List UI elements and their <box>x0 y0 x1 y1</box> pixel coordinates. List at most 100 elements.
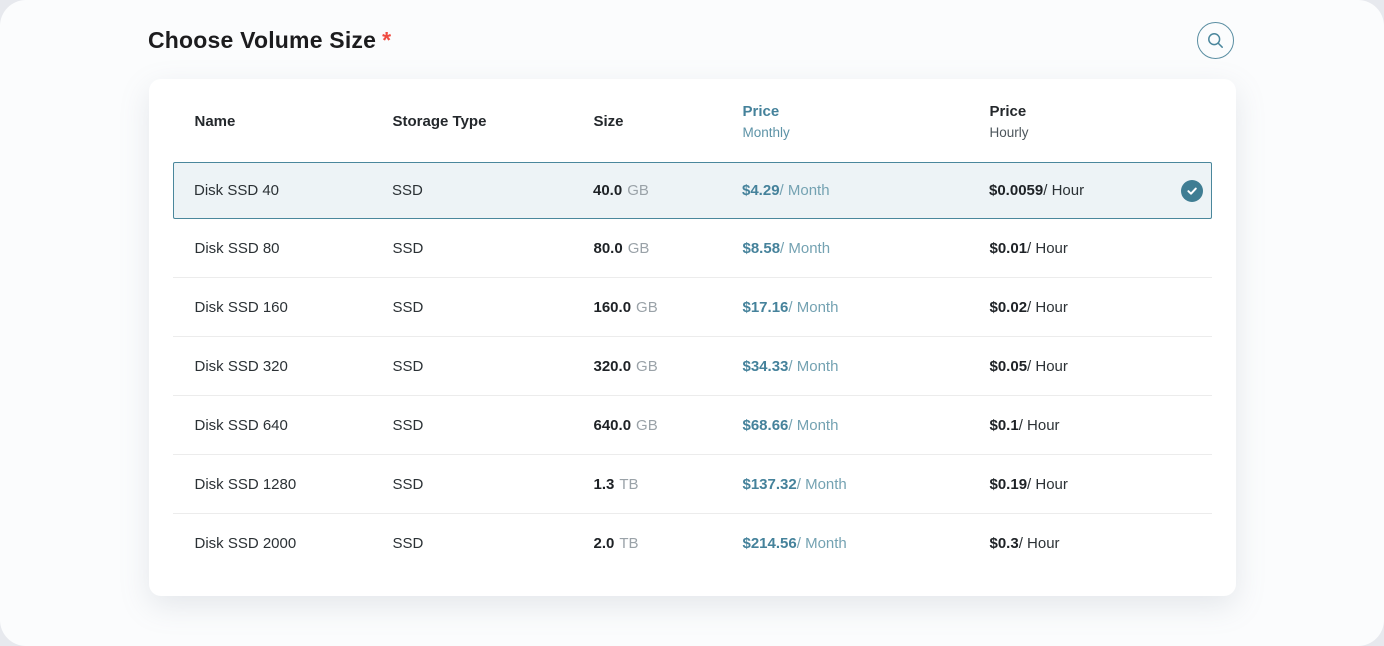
volume-name: Disk SSD 2000 <box>195 535 393 552</box>
table-row[interactable]: Disk SSD 160 SSD 160.0GB $17.16/ Month $… <box>173 278 1212 337</box>
price-hourly: $0.01/ Hour <box>990 240 1162 257</box>
volume-size: 160.0GB <box>594 299 743 316</box>
monthly-price-suffix: / Month <box>780 182 830 199</box>
hourly-price-value: $0.1 <box>990 417 1019 434</box>
table-header: Name Storage Type Size Price Monthly Pri… <box>173 99 1212 145</box>
column-header-price-hourly: Price Hourly <box>990 101 1170 142</box>
storage-type: SSD <box>393 535 594 552</box>
monthly-price-suffix: / Month <box>788 358 838 375</box>
selected-check-icon <box>1181 180 1203 202</box>
price-hourly: $0.1/ Hour <box>990 417 1162 434</box>
hourly-price-suffix: / Hour <box>1027 358 1068 375</box>
volume-name: Disk SSD 40 <box>194 182 392 199</box>
size-unit: GB <box>636 358 658 375</box>
price-monthly: $34.33/ Month <box>743 358 990 375</box>
volume-size-panel: Choose Volume Size* Name Storage Type Si… <box>0 0 1384 646</box>
monthly-price-value: $137.32 <box>743 476 797 493</box>
selection-indicator-cell <box>1161 180 1203 202</box>
monthly-price-suffix: / Month <box>780 240 830 257</box>
hourly-price-suffix: / Hour <box>1027 299 1068 316</box>
table-row[interactable]: Disk SSD 1280 SSD 1.3TB $137.32/ Month $… <box>173 455 1212 514</box>
price-monthly: $8.58/ Month <box>743 240 990 257</box>
price-hourly: $0.0059/ Hour <box>989 182 1161 199</box>
monthly-price-value: $4.29 <box>742 182 780 199</box>
volume-name: Disk SSD 1280 <box>195 476 393 493</box>
volume-name: Disk SSD 640 <box>195 417 393 434</box>
hourly-price-suffix: / Hour <box>1043 182 1084 199</box>
size-value: 640.0 <box>594 417 632 434</box>
price-hourly: $0.19/ Hour <box>990 476 1162 493</box>
monthly-price-value: $17.16 <box>743 299 789 316</box>
price-monthly: $17.16/ Month <box>743 299 990 316</box>
column-header-size: Size <box>594 111 743 133</box>
required-asterisk: * <box>382 27 391 53</box>
price-hourly-sublabel: Hourly <box>990 123 1170 143</box>
selection-indicator-cell <box>1162 237 1204 259</box>
volume-name: Disk SSD 160 <box>195 299 393 316</box>
search-icon <box>1207 32 1224 49</box>
volume-name: Disk SSD 80 <box>195 240 393 257</box>
table-row[interactable]: Disk SSD 640 SSD 640.0GB $68.66/ Month $… <box>173 396 1212 455</box>
selection-indicator-cell <box>1162 414 1204 436</box>
volume-size: 80.0 GB <box>594 240 743 257</box>
table-row[interactable]: Disk SSD 2000 SSD 2.0TB $214.56/ Month $… <box>173 514 1212 573</box>
storage-type: SSD <box>393 299 594 316</box>
monthly-price-suffix: / Month <box>797 535 847 552</box>
storage-type: SSD <box>392 182 593 199</box>
volume-size: 640.0GB <box>594 417 743 434</box>
size-value: 2.0 <box>594 535 615 552</box>
size-value: 160.0 <box>594 299 632 316</box>
size-unit: GB <box>636 299 658 316</box>
size-unit: GB <box>627 182 649 199</box>
hourly-price-suffix: / Hour <box>1019 535 1060 552</box>
selection-indicator-cell <box>1162 355 1204 377</box>
column-header-price-monthly: Price Monthly <box>743 101 990 142</box>
selection-indicator-cell <box>1162 533 1204 555</box>
table-row[interactable]: Disk SSD 320 SSD 320.0GB $34.33/ Month $… <box>173 337 1212 396</box>
size-value: 80.0 <box>594 240 623 257</box>
volume-name: Disk SSD 320 <box>195 358 393 375</box>
volume-size: 2.0TB <box>594 535 743 552</box>
volume-size: 1.3TB <box>594 476 743 493</box>
hourly-price-suffix: / Hour <box>1027 240 1068 257</box>
price-monthly: $137.32/ Month <box>743 476 990 493</box>
storage-type: SSD <box>393 417 594 434</box>
monthly-price-value: $34.33 <box>743 358 789 375</box>
price-monthly: $214.56/ Month <box>743 535 990 552</box>
hourly-price-suffix: / Hour <box>1019 417 1060 434</box>
size-unit: GB <box>628 240 650 257</box>
hourly-price-value: $0.0059 <box>989 182 1043 199</box>
selection-indicator-cell <box>1162 473 1204 495</box>
monthly-price-value: $8.58 <box>743 240 781 257</box>
search-button[interactable] <box>1197 22 1234 59</box>
hourly-price-suffix: / Hour <box>1027 476 1068 493</box>
price-hourly: $0.3/ Hour <box>990 535 1162 552</box>
storage-type: SSD <box>393 240 594 257</box>
volume-size: 320.0GB <box>594 358 743 375</box>
size-unit: GB <box>636 417 658 434</box>
price-hourly: $0.02/ Hour <box>990 299 1162 316</box>
price-monthly-label: Price <box>743 103 780 120</box>
table-row[interactable]: Disk SSD 40 SSD 40.0 GB $4.29/ Month $0.0… <box>173 162 1212 219</box>
hourly-price-value: $0.02 <box>990 299 1028 316</box>
size-value: 320.0 <box>594 358 632 375</box>
column-header-name: Name <box>195 111 393 133</box>
page-title: Choose Volume Size* <box>148 27 391 54</box>
size-value: 1.3 <box>594 476 615 493</box>
monthly-price-value: $214.56 <box>743 535 797 552</box>
monthly-price-suffix: / Month <box>788 417 838 434</box>
size-unit: TB <box>619 476 638 493</box>
table-body: Disk SSD 40 SSD 40.0GB $4.29/ Month $0.0… <box>173 162 1212 573</box>
size-unit: TB <box>619 535 638 552</box>
table-row[interactable]: Disk SSD 80 SSD 80.0 GB $8.58/ Month $0.0… <box>173 219 1212 278</box>
volume-table-card: Name Storage Type Size Price Monthly Pri… <box>149 79 1236 596</box>
size-value: 40.0 <box>593 182 622 199</box>
column-header-storage-type: Storage Type <box>393 111 594 133</box>
monthly-price-suffix: / Month <box>797 476 847 493</box>
price-monthly: $4.29/ Month <box>742 182 989 199</box>
monthly-price-suffix: / Month <box>788 299 838 316</box>
monthly-price-value: $68.66 <box>743 417 789 434</box>
price-monthly-sublabel: Monthly <box>743 123 990 143</box>
storage-type: SSD <box>393 358 594 375</box>
selection-indicator-cell <box>1162 296 1204 318</box>
